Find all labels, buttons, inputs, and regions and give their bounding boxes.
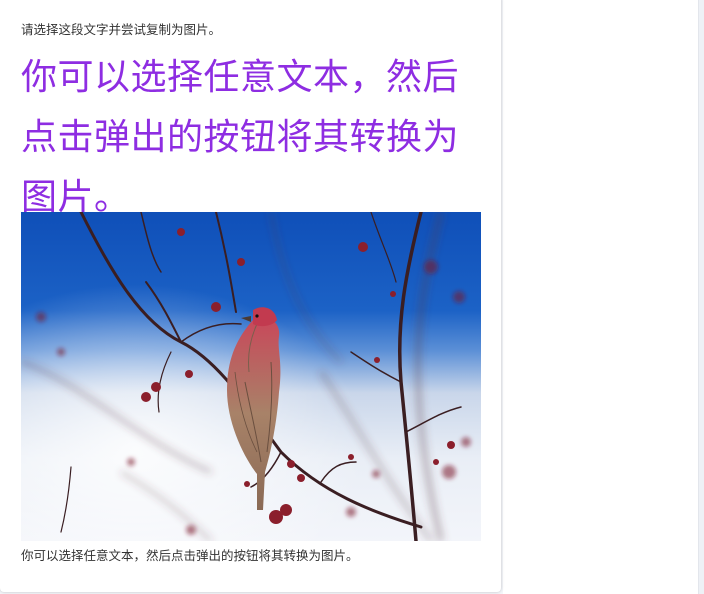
instruction-text[interactable]: 请选择这段文字并尝试复制为图片。 [21, 22, 221, 38]
content-card: 请选择这段文字并尝试复制为图片。 你可以选择任意文本，然后点击弹出的按钮将其转换… [0, 0, 501, 592]
bird-photo [21, 212, 481, 541]
scrollbar-track[interactable] [698, 0, 704, 594]
headline-text[interactable]: 你可以选择任意文本，然后点击弹出的按钮将其转换为图片。 [21, 48, 491, 228]
right-panel [503, 0, 698, 594]
caption-text[interactable]: 你可以选择任意文本，然后点击弹出的按钮将其转换为图片。 [21, 548, 359, 564]
